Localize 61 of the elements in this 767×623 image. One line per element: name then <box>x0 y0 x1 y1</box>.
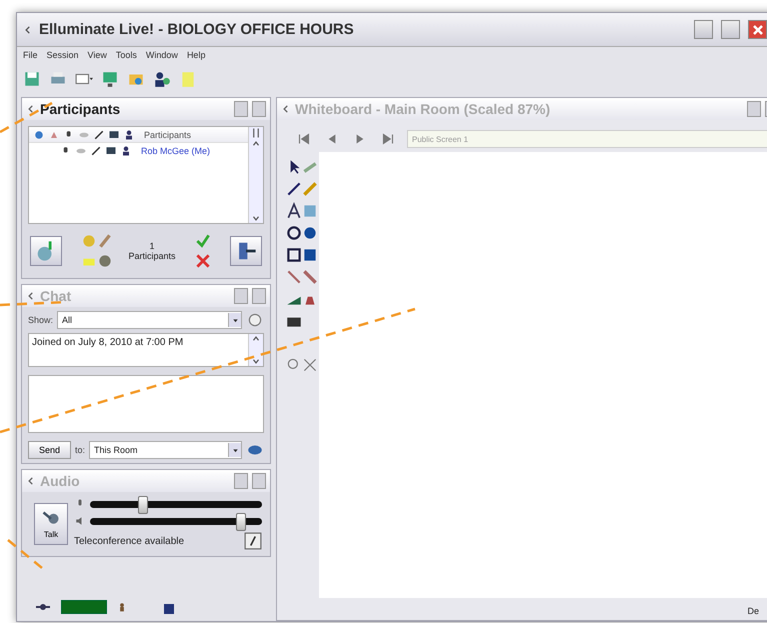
maximize-button[interactable] <box>252 473 266 489</box>
show-label: Show: <box>28 315 54 325</box>
minimize-button[interactable] <box>747 101 761 117</box>
panel-title: Participants <box>40 101 122 117</box>
leader-line <box>7 539 43 569</box>
close-icon <box>752 24 764 36</box>
menu-item[interactable]: Window <box>146 50 178 62</box>
menu-item[interactable]: Tools <box>116 50 137 62</box>
letter-icon[interactable] <box>285 202 303 220</box>
circle-icon[interactable] <box>246 311 264 329</box>
to-label: to: <box>75 445 86 455</box>
line-icon[interactable] <box>285 268 303 286</box>
maximize-button[interactable] <box>252 288 266 304</box>
maximize-button[interactable] <box>721 20 740 39</box>
window-title: Elluminate Live! - BIOLOGY OFFICE HOURS <box>39 21 355 38</box>
pen-icon <box>90 144 102 156</box>
line-icon[interactable] <box>301 268 319 286</box>
pen-icon[interactable] <box>285 180 303 198</box>
chat-message: Joined on July 8, 2010 at 7:00 PM <box>31 336 184 350</box>
recipient-dropdown[interactable]: This Room <box>89 441 242 459</box>
people-icon[interactable] <box>153 70 171 88</box>
monitor-icon <box>105 144 117 156</box>
check-icon[interactable] <box>194 232 212 250</box>
minimize-button[interactable] <box>234 473 248 489</box>
status-text: De <box>747 606 759 616</box>
microphone-thumb[interactable] <box>138 496 148 514</box>
count-label: Participants <box>128 251 176 261</box>
minimize-button[interactable] <box>234 288 248 304</box>
monitor-icon[interactable] <box>101 70 119 88</box>
talk-button[interactable]: Talk <box>34 503 68 545</box>
person-icon <box>120 144 132 156</box>
minimize-button[interactable] <box>234 101 248 117</box>
column-header[interactable]: Participants <box>144 130 192 140</box>
monitor-icon <box>108 128 120 140</box>
show-dropdown[interactable]: All <box>57 311 242 329</box>
cross-icon[interactable] <box>194 252 212 270</box>
activity-meter <box>61 600 107 614</box>
participant-count: 1 <box>149 241 154 251</box>
pen-icon <box>93 128 105 140</box>
menu-item[interactable]: Session <box>46 50 79 62</box>
person-icon <box>123 128 135 140</box>
participant-name[interactable]: Rob McGee (Me) <box>141 146 210 156</box>
menu-item[interactable]: View <box>88 50 107 62</box>
menu-item[interactable]: File <box>23 50 38 62</box>
panel-title: Audio <box>40 473 81 489</box>
close-button[interactable] <box>748 20 767 39</box>
marker-icon[interactable] <box>301 180 319 198</box>
minimize-button[interactable] <box>694 20 713 39</box>
raise-hand-button[interactable] <box>30 236 62 266</box>
teleconference-status: Teleconference available <box>74 536 184 546</box>
speaker-thumb[interactable] <box>236 512 246 530</box>
menu-item[interactable]: Help <box>186 50 206 62</box>
message-input-field[interactable] <box>28 375 264 433</box>
panel-title: Chat <box>40 288 72 304</box>
maximize-button[interactable] <box>252 101 266 117</box>
panel-title: Whiteboard - Main Room (Scaled 87%) <box>295 101 552 117</box>
exit-button[interactable] <box>230 236 262 266</box>
square-outline-icon[interactable] <box>285 246 303 264</box>
circle-outline-icon[interactable] <box>285 224 303 242</box>
send-button[interactable]: Send <box>28 441 72 459</box>
sort-icon <box>250 127 262 139</box>
